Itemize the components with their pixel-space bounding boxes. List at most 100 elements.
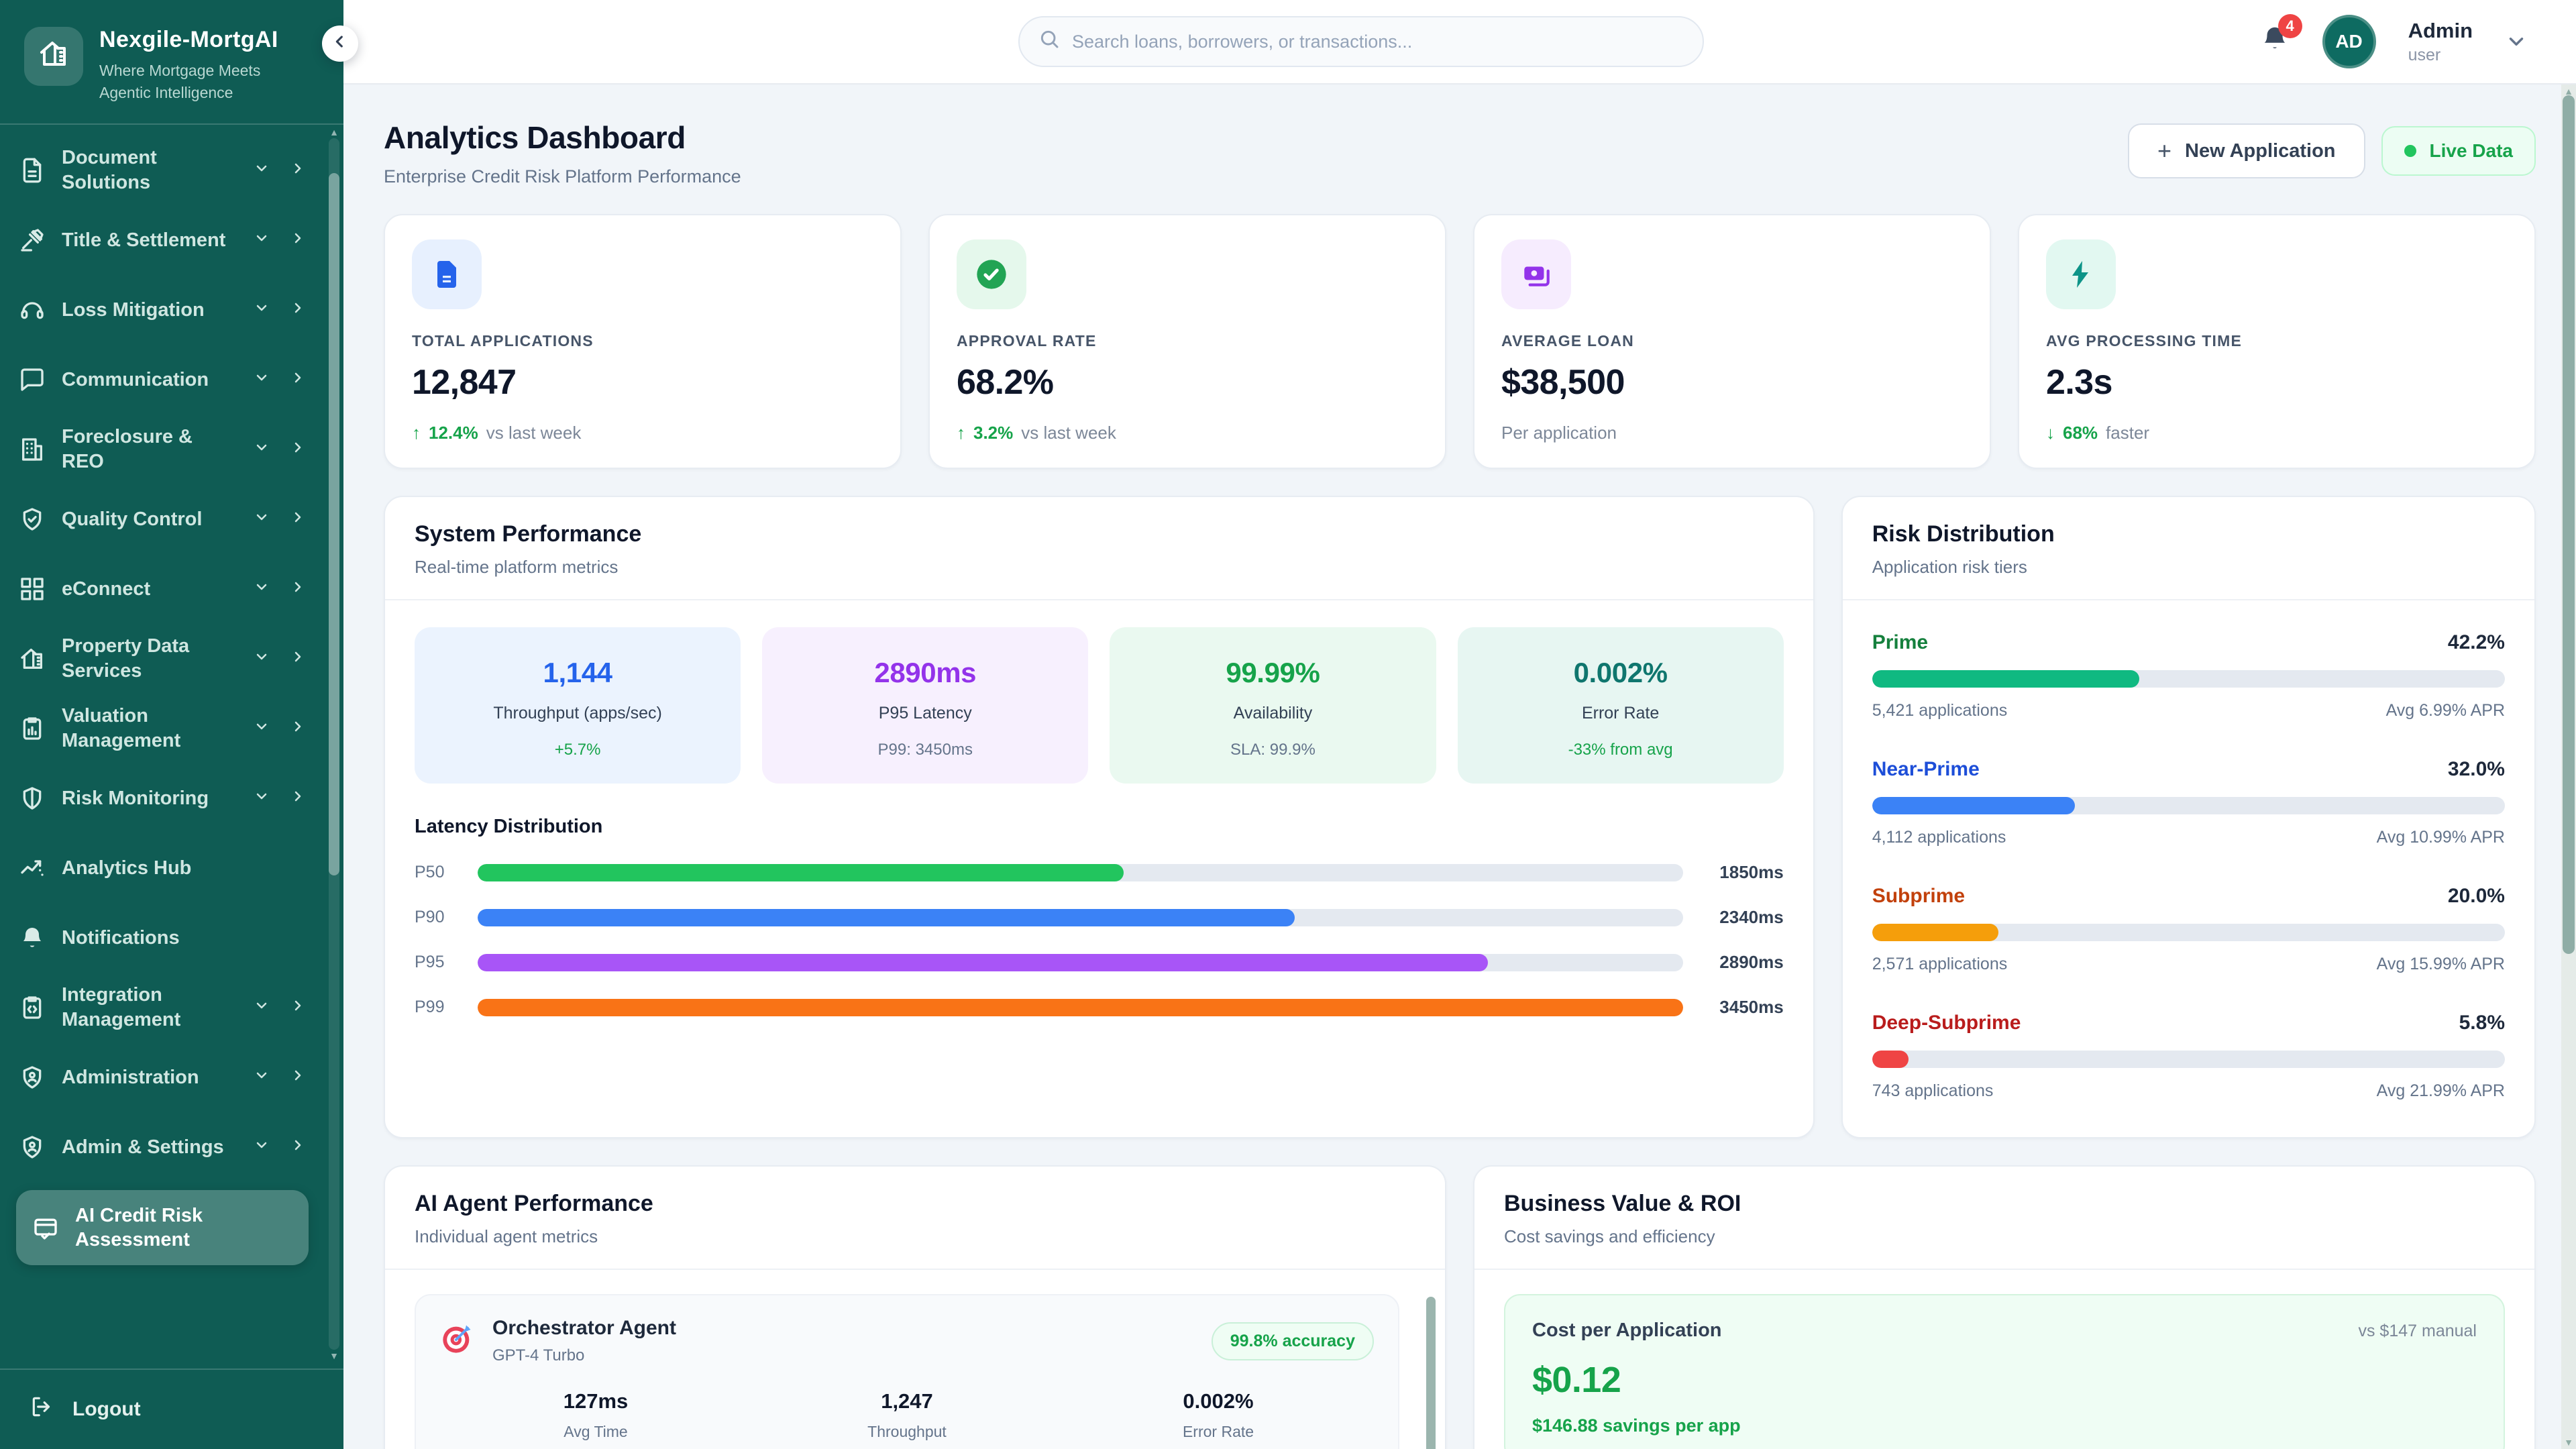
chevron-right-icon[interactable] (290, 996, 306, 1020)
plus-icon: + (2157, 137, 2171, 165)
sidebar-item-label: AI Credit Risk Assessment (75, 1203, 292, 1252)
chevron-right-icon[interactable] (290, 368, 306, 392)
app-tagline: Where Mortgage Meets Agentic Intelligenc… (99, 60, 303, 105)
bell-icon (2259, 35, 2290, 59)
sidebar-scrollbar-thumb[interactable] (329, 173, 339, 876)
search-input[interactable] (1072, 32, 1684, 52)
chevron-right-icon[interactable] (290, 647, 306, 671)
chevron-right-icon[interactable] (290, 786, 306, 810)
chevron-right-icon[interactable] (290, 716, 306, 741)
chevron-down-icon[interactable] (254, 1135, 270, 1159)
latency-bar (478, 999, 1683, 1016)
latency-row-p50: P50 1850ms (415, 862, 1784, 883)
sidebar-item-econnect[interactable]: eConnect (19, 562, 309, 616)
chevron-down-icon[interactable] (254, 647, 270, 671)
chevron-right-icon[interactable] (290, 1135, 306, 1159)
ai-agent-performance-panel: AI Agent Performance Individual agent me… (384, 1165, 1446, 1449)
chevron-down-icon[interactable] (254, 786, 270, 810)
latency-distribution-title: Latency Distribution (415, 816, 1784, 838)
sidebar-item-document-solutions[interactable]: Document Solutions (19, 144, 309, 197)
new-application-button[interactable]: + New Application (2128, 123, 2365, 178)
chevron-right-icon[interactable] (290, 507, 306, 531)
target-icon (440, 1321, 475, 1361)
check-circle-icon (957, 239, 1026, 309)
risk-bar (1872, 1051, 1909, 1068)
chevron-right-icon[interactable] (290, 158, 306, 182)
chevron-down-icon[interactable] (2505, 30, 2528, 53)
chevron-right-icon[interactable] (290, 437, 306, 462)
panel-title: AI Agent Performance (415, 1191, 1415, 1217)
chevron-down-icon[interactable] (254, 158, 270, 182)
cost-value: $0.12 (1532, 1359, 2477, 1401)
sidebar-item-risk-monitoring[interactable]: Risk Monitoring (19, 771, 309, 825)
chevron-down-icon[interactable] (254, 996, 270, 1020)
sidebar-item-admin-settings[interactable]: Admin & Settings (19, 1120, 309, 1174)
agent-list-scrollbar-thumb[interactable] (1426, 1297, 1436, 1449)
notifications-button[interactable]: 4 (2259, 23, 2290, 60)
sidebar-item-communication[interactable]: Communication (19, 353, 309, 407)
avatar[interactable]: AD (2322, 15, 2376, 68)
panel-subtitle: Cost savings and efficiency (1504, 1226, 2505, 1247)
kpi-note: Per application (1501, 423, 1963, 443)
sidebar-item-label: Foreclosure & REO (62, 425, 237, 474)
page-scrollbar[interactable]: ▲ ▼ (2561, 85, 2576, 1449)
cost-per-application-box: Cost per Application vs $147 manual $0.1… (1504, 1294, 2505, 1449)
search-input-wrapper[interactable] (1018, 16, 1704, 67)
sidebar-footer: Logout (0, 1368, 343, 1449)
agent-list: Orchestrator Agent GPT-4 Turbo 99.8% acc… (385, 1270, 1445, 1449)
chevron-down-icon[interactable] (254, 716, 270, 741)
chevron-down-icon[interactable] (254, 298, 270, 322)
panel-title: Business Value & ROI (1504, 1191, 2505, 1217)
chevron-down-icon[interactable] (254, 577, 270, 601)
kpi-value: 12,847 (412, 362, 873, 402)
chevron-right-icon[interactable] (290, 1065, 306, 1089)
logout-button[interactable]: Logout (30, 1394, 314, 1425)
chevron-right-icon[interactable] (290, 298, 306, 322)
sidebar-item-notifications[interactable]: Notifications (19, 911, 309, 965)
sidebar-item-label: eConnect (62, 577, 237, 601)
page-subtitle: Enterprise Credit Risk Platform Performa… (384, 166, 741, 187)
scroll-up-icon[interactable]: ▲ (329, 127, 339, 137)
sidebar-item-label: Admin & Settings (62, 1135, 237, 1159)
risk-bar (1872, 670, 2139, 688)
house-logo-icon (38, 38, 70, 75)
agent-list-scrollbar[interactable] (1426, 1297, 1436, 1449)
sidebar-item-foreclosure-reo[interactable]: Foreclosure & REO (19, 423, 309, 476)
document-icon (19, 157, 46, 184)
sidebar-item-title-settlement[interactable]: Title & Settlement (19, 213, 309, 267)
page-scrollbar-thumb[interactable] (2563, 95, 2575, 954)
metric-tile-throughput: 1,144 Throughput (apps/sec) +5.7% (415, 627, 741, 784)
chevron-down-icon[interactable] (254, 507, 270, 531)
sidebar-item-administration[interactable]: Administration (19, 1051, 309, 1104)
chevron-down-icon[interactable] (254, 437, 270, 462)
kpi-label: AVERAGE LOAN (1501, 332, 1963, 350)
kpi-card-approval-rate: APPROVAL RATE 68.2% ↑ 3.2% vs last week (928, 214, 1446, 469)
scroll-down-icon[interactable]: ▼ (2561, 1437, 2576, 1448)
sidebar-scrollbar[interactable]: ▲ ▼ (329, 138, 339, 1350)
sidebar-collapse-button[interactable] (322, 25, 358, 62)
sidebar-item-ai-credit-risk-assessment[interactable]: AI Credit Risk Assessment (16, 1190, 309, 1266)
sidebar-item-integration-management[interactable]: Integration Management (19, 981, 309, 1034)
shield-user-icon (19, 1064, 46, 1091)
sidebar-item-analytics-hub[interactable]: Analytics Hub (19, 841, 309, 895)
chevron-right-icon[interactable] (290, 577, 306, 601)
sidebar-item-quality-control[interactable]: Quality Control (19, 492, 309, 546)
sidebar-item-property-data-services[interactable]: Property Data Services (19, 632, 309, 686)
latency-bar (478, 909, 1295, 926)
agent-card-orchestrator: Orchestrator Agent GPT-4 Turbo 99.8% acc… (415, 1294, 1399, 1449)
user-info[interactable]: Admin user (2408, 19, 2473, 65)
arrow-down-icon: ↓ (2046, 423, 2055, 443)
sidebar-item-valuation-management[interactable]: Valuation Management (19, 702, 309, 755)
latency-bar (478, 954, 1488, 971)
sidebar-item-loss-mitigation[interactable]: Loss Mitigation (19, 283, 309, 337)
panel-subtitle: Individual agent metrics (415, 1226, 1415, 1247)
chevron-down-icon[interactable] (254, 1065, 270, 1089)
chevron-down-icon[interactable] (254, 368, 270, 392)
panel-subtitle: Real-time platform metrics (415, 557, 1784, 578)
top-header: 4 AD Admin user (343, 0, 2576, 85)
chevron-right-icon[interactable] (290, 228, 306, 252)
chevron-left-icon (331, 32, 350, 56)
chevron-down-icon[interactable] (254, 228, 270, 252)
kpi-label: TOTAL APPLICATIONS (412, 332, 873, 350)
scroll-down-icon[interactable]: ▼ (329, 1351, 339, 1360)
